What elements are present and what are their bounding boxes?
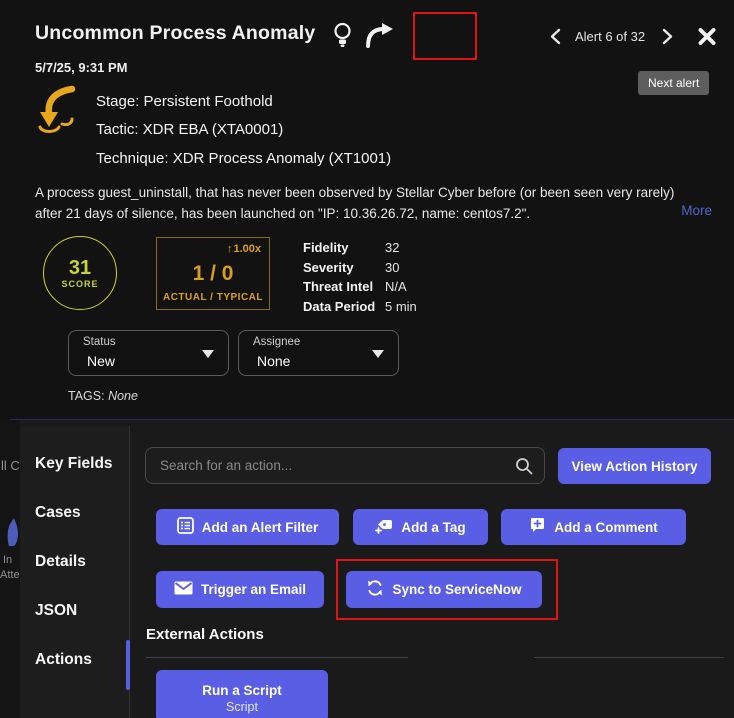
tab-json[interactable]: JSON <box>35 602 77 620</box>
status-dropdown[interactable]: Status New <box>68 330 229 376</box>
up-arrow-icon: ↑ <box>227 243 233 255</box>
assignee-label: Assignee <box>253 336 300 348</box>
chevron-down-icon <box>202 350 214 358</box>
ratio-multiplier: ↑1.00x <box>227 243 261 255</box>
tab-details[interactable]: Details <box>35 553 86 571</box>
kill-chain-stage: Stage: Persistent Foothold <box>96 93 273 110</box>
annotation-box-header <box>413 12 477 60</box>
alert-filter-icon <box>177 517 194 537</box>
next-alert-tooltip[interactable]: Next alert <box>638 71 709 95</box>
persistent-foothold-stage-icon <box>38 85 86 144</box>
status-value: New <box>87 353 115 369</box>
next-alert-icon[interactable] <box>662 28 674 50</box>
divider <box>534 657 724 658</box>
add-alert-filter-button[interactable]: Add an Alert Filter <box>156 509 339 545</box>
metric-severity: Severity 30 <box>303 258 417 278</box>
assignee-dropdown[interactable]: Assignee None <box>238 330 399 376</box>
clipped-background-text: ll C <box>1 458 20 473</box>
score-value: 31 <box>69 257 91 279</box>
lightbulb-icon[interactable] <box>331 22 354 54</box>
status-label: Status <box>83 336 116 348</box>
tags-value: None <box>108 389 138 403</box>
tag-plus-icon <box>375 518 393 537</box>
alert-description: A process guest_uninstall, that has neve… <box>35 183 690 224</box>
active-tab-indicator <box>126 640 130 690</box>
page-title: Uncommon Process Anomaly <box>35 22 315 45</box>
alert-pagination: Alert 6 of 32 <box>575 29 645 44</box>
comment-plus-icon <box>529 517 546 537</box>
annotation-box-sync <box>336 559 558 620</box>
external-actions-heading: External Actions <box>146 626 264 643</box>
alert-detail-modal: Uncommon Process Anomaly Alert 6 of 32 5… <box>0 0 734 718</box>
kill-chain-technique: Technique: XDR Process Anomaly (XT1001) <box>96 150 391 167</box>
share-icon[interactable] <box>365 23 395 53</box>
metric-fidelity: Fidelity 32 <box>303 238 417 258</box>
add-tag-button[interactable]: Add a Tag <box>353 509 488 545</box>
tab-actions[interactable]: Actions <box>35 651 92 669</box>
envelope-icon <box>174 581 193 598</box>
clipped-background-icon <box>5 516 20 555</box>
actual-typical-box: ↑1.00x 1 / 0 ACTUAL / TYPICAL <box>156 237 270 310</box>
add-comment-button[interactable]: Add a Comment <box>501 509 686 545</box>
metric-threat-intel: Threat Intel N/A <box>303 277 417 297</box>
run-script-subtitle: Script <box>226 700 258 714</box>
more-link[interactable]: More <box>681 203 712 218</box>
clipped-background-text: In <box>3 554 12 566</box>
search-input[interactable] <box>146 448 544 483</box>
score-label: SCORE <box>61 279 98 289</box>
ratio-value: 1 / 0 <box>157 262 269 286</box>
background-page-fragments: ll C In Atte <box>0 420 20 718</box>
multiplier-value: 1.00x <box>233 243 261 255</box>
tab-cases[interactable]: Cases <box>35 504 81 522</box>
search-icon <box>515 457 533 480</box>
close-icon[interactable] <box>698 28 716 50</box>
alert-timestamp: 5/7/25, 9:31 PM <box>35 60 128 75</box>
run-script-button[interactable]: Run a Script Script <box>156 670 328 718</box>
metrics-list: Fidelity 32 Severity 30 Threat Intel N/A… <box>303 238 417 316</box>
alert-tabs-section: ll C In Atte Key Fields Cases Details JS… <box>0 420 734 718</box>
trigger-email-button[interactable]: Trigger an Email <box>156 571 324 608</box>
tab-key-fields[interactable]: Key Fields <box>35 455 113 473</box>
metric-data-period: Data Period 5 min <box>303 297 417 317</box>
assignee-value: None <box>257 353 290 369</box>
clipped-background-text: Atte <box>0 569 20 581</box>
divider <box>146 657 408 658</box>
kill-chain-tactic: Tactic: XDR EBA (XTA0001) <box>96 121 283 138</box>
previous-alert-icon[interactable] <box>549 28 561 50</box>
view-action-history-button[interactable]: View Action History <box>558 448 711 484</box>
ratio-label: ACTUAL / TYPICAL <box>157 292 269 303</box>
tags-row: TAGS: None <box>68 389 138 403</box>
tags-label: TAGS: <box>68 389 105 403</box>
tab-sidebar: Key Fields Cases Details JSON Actions <box>20 426 130 718</box>
actions-panel: View Action History Add an Alert Filter <box>131 420 734 718</box>
action-search <box>145 447 545 484</box>
score-badge: 31 SCORE <box>43 236 117 310</box>
chevron-down-icon <box>372 350 384 358</box>
